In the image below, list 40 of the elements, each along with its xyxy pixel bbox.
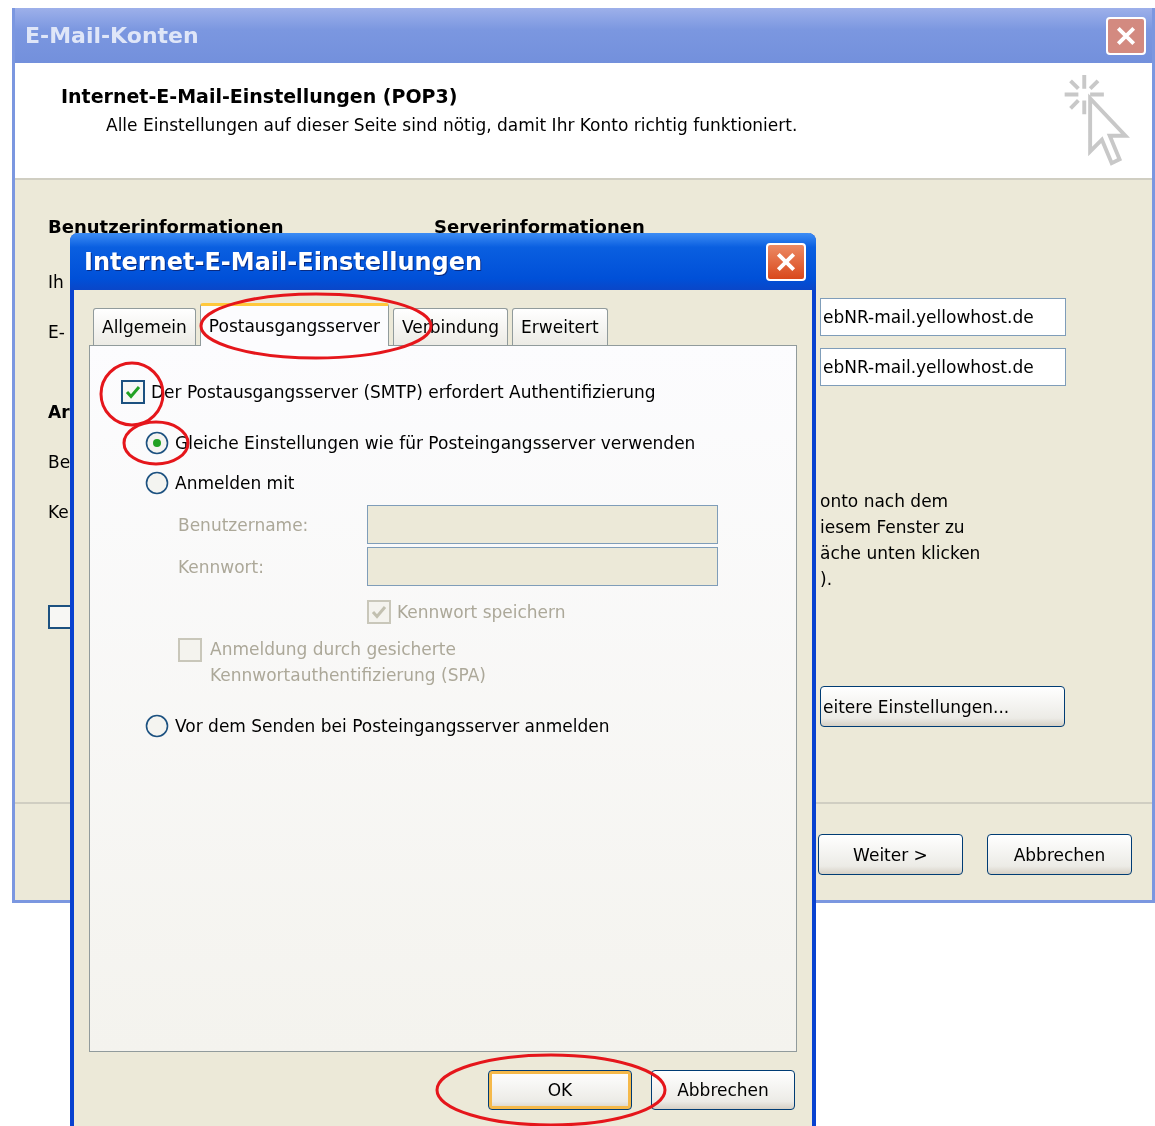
more-settings-button[interactable]: eitere Einstellungen... xyxy=(820,686,1065,727)
field-label: E- xyxy=(48,321,66,344)
field-label: Ke xyxy=(48,501,70,524)
field-label: Kennwort: xyxy=(178,556,265,577)
radio-button[interactable] xyxy=(145,471,169,495)
server-field[interactable]: ebNR-mail.yellowhost.de xyxy=(820,298,1066,336)
description-text: onto nach dem xyxy=(820,490,949,513)
radio-label: Anmelden mit xyxy=(175,473,295,493)
radio-label: Vor dem Senden bei Posteingangsserver anmelden xyxy=(175,716,610,736)
window-title: E-Mail-Konten xyxy=(25,23,199,48)
tab[interactable]: Postausgangsserver xyxy=(199,303,389,346)
section-heading: Benutzerinformationen xyxy=(48,216,285,237)
dialog-title: Internet-E-Mail-Einstellungen xyxy=(84,247,483,276)
field-label: Ih xyxy=(48,271,65,294)
checkbox-label: Anmeldung durch gesicherte Kennwortauthentifizierung (SPA) xyxy=(210,638,487,687)
description-text: iesem Fenster zu xyxy=(820,516,965,539)
tab[interactable]: Erweitert xyxy=(512,308,608,345)
section-heading: Serverinformationen xyxy=(434,216,646,237)
close-button[interactable] xyxy=(1106,16,1146,55)
wizard-button[interactable]: Weiter > xyxy=(818,834,963,875)
dialog-button[interactable]: OK xyxy=(488,1070,632,1110)
page-title: Internet-E-Mail-Einstellungen (POP3) xyxy=(61,85,459,107)
section-heading: Ar xyxy=(48,401,71,424)
field-label: Be xyxy=(48,451,72,474)
radio-button[interactable] xyxy=(145,431,169,455)
close-icon xyxy=(775,250,797,273)
field-label: Benutzername: xyxy=(178,514,310,535)
wizard-button[interactable]: Abbrechen xyxy=(987,834,1132,875)
dialog-button[interactable]: Abbrechen xyxy=(651,1070,795,1110)
page-subtitle: Alle Einstellungen auf dieser Seite sind nötig, damit Ihr Konto richtig funktioniert. xyxy=(106,115,798,135)
description-text: äche unten klicken xyxy=(820,542,981,565)
radio-button[interactable] xyxy=(145,714,169,738)
description-text: ). xyxy=(820,568,833,591)
close-button[interactable] xyxy=(766,242,806,281)
checkbox[interactable] xyxy=(121,380,145,404)
checkbox[interactable] xyxy=(48,605,72,629)
server-field[interactable]: ebNR-mail.yellowhost.de xyxy=(820,348,1066,386)
checkbox-label: Kennwort speichern xyxy=(397,602,566,622)
close-icon xyxy=(1115,24,1137,47)
tab[interactable]: Allgemein xyxy=(93,308,196,345)
